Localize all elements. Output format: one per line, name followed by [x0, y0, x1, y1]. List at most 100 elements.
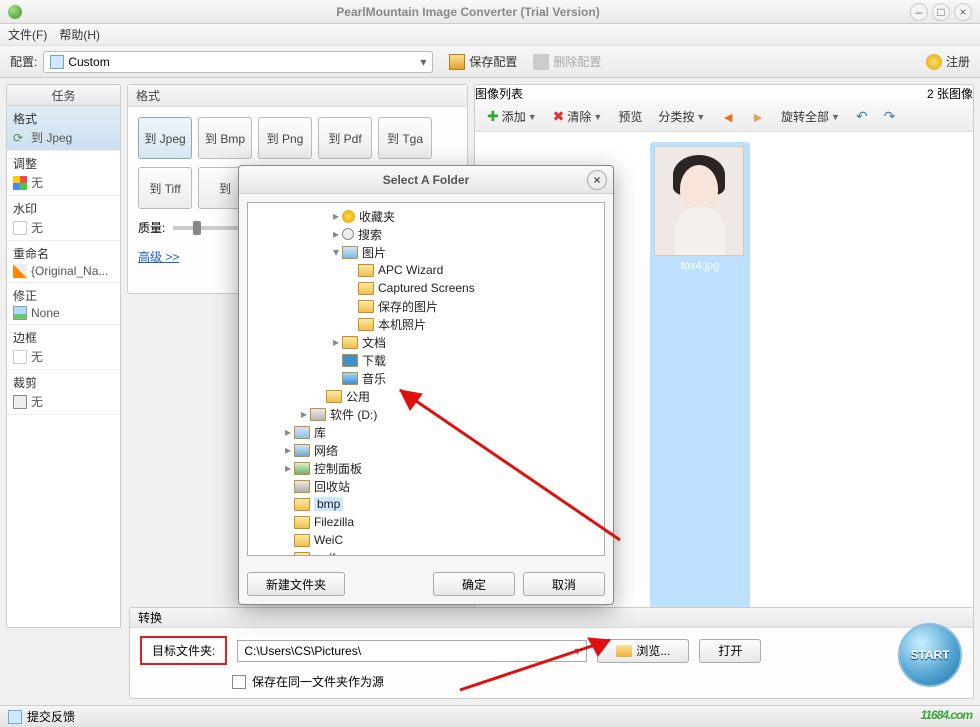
- tree-node[interactable]: 下载: [250, 351, 602, 369]
- redo-icon: ↷: [884, 108, 896, 125]
- tree-node[interactable]: ▸控制面板: [250, 459, 602, 477]
- dialog-close-button[interactable]: ×: [587, 170, 607, 190]
- convert-header: 转换: [130, 608, 973, 628]
- tree-node[interactable]: ▸收藏夹: [250, 207, 602, 225]
- feedback-link[interactable]: 提交反馈: [27, 708, 75, 725]
- rotate-button[interactable]: 旋转全部▼: [775, 106, 846, 127]
- format-header: 格式: [128, 85, 467, 107]
- new-folder-button[interactable]: 新建文件夹: [247, 572, 345, 596]
- window-title: PearlMountain Image Converter (Trial Ver…: [30, 5, 906, 19]
- tree-node[interactable]: 本机照片: [250, 315, 602, 333]
- folder-icon: [342, 372, 358, 385]
- sidebar-item[interactable]: 修正None: [7, 283, 120, 325]
- close-button[interactable]: ×: [954, 3, 972, 21]
- tree-node[interactable]: wolf: [250, 549, 602, 556]
- undo-icon: ↶: [856, 108, 868, 125]
- format-button[interactable]: 到 Tga: [378, 117, 432, 159]
- browse-button[interactable]: 浏览...: [597, 639, 689, 663]
- folder-icon: [358, 318, 374, 331]
- status-bar: 提交反馈: [0, 705, 980, 727]
- save-config-button[interactable]: 保存配置: [449, 53, 517, 70]
- tree-node[interactable]: ▸库: [250, 423, 602, 441]
- folder-icon: [342, 228, 354, 240]
- titlebar: PearlMountain Image Converter (Trial Ver…: [0, 0, 980, 24]
- format-button[interactable]: 到 Jpeg: [138, 117, 192, 159]
- preview-button[interactable]: 预览: [612, 106, 648, 127]
- sidebar-item[interactable]: 水印无: [7, 196, 120, 241]
- open-button[interactable]: 打开: [699, 639, 761, 663]
- folder-icon: [294, 516, 310, 529]
- format-button[interactable]: 到 Pdf: [318, 117, 372, 159]
- cancel-button[interactable]: 取消: [523, 572, 605, 596]
- tree-node[interactable]: APC Wizard: [250, 261, 602, 279]
- tree-node[interactable]: 保存的图片: [250, 297, 602, 315]
- sidebar-item[interactable]: 格式⟳到 Jpeg: [7, 106, 120, 151]
- folder-icon: [358, 264, 374, 277]
- next-button[interactable]: ►: [745, 107, 771, 127]
- sidebar-item[interactable]: 裁剪无: [7, 370, 120, 415]
- blank-icon: [13, 350, 27, 364]
- tree-node[interactable]: Filezilla: [250, 513, 602, 531]
- target-folder-label: 目标文件夹:: [140, 636, 227, 665]
- start-button[interactable]: START: [898, 623, 962, 687]
- image-list-header: 图像列表 2 张图像: [475, 85, 973, 102]
- folder-icon: [342, 210, 355, 223]
- config-toolbar: 配置: Custom ▾ 保存配置 删除配置 注册: [0, 46, 980, 78]
- register-button[interactable]: 注册: [926, 53, 970, 70]
- format-button[interactable]: 到 Png: [258, 117, 312, 159]
- save-same-checkbox[interactable]: [232, 675, 246, 689]
- format-button[interactable]: 到 Bmp: [198, 117, 252, 159]
- tree-node[interactable]: ▸搜索: [250, 225, 602, 243]
- key-icon: [926, 54, 942, 70]
- tree-node[interactable]: 音乐: [250, 369, 602, 387]
- prev-button[interactable]: ◄: [715, 107, 741, 127]
- dialog-title: Select A Folder ×: [239, 166, 613, 194]
- arrow-right-icon: ►: [751, 109, 765, 125]
- config-combo[interactable]: Custom ▾: [43, 51, 433, 73]
- tree-node[interactable]: ▾图片: [250, 243, 602, 261]
- menubar: 文件(F) 帮助(H): [0, 24, 980, 46]
- folder-icon: [326, 390, 342, 403]
- minimize-button[interactable]: –: [910, 3, 928, 21]
- undo-button[interactable]: ↶: [850, 106, 874, 127]
- thumbnail-item[interactable]: fox4.jpg: [650, 142, 750, 617]
- menu-help[interactable]: 帮助(H): [59, 26, 100, 43]
- sort-button[interactable]: 分类按▼: [652, 106, 711, 127]
- tree-node[interactable]: 公用: [250, 387, 602, 405]
- delete-config-button[interactable]: 删除配置: [533, 53, 601, 70]
- sidebar-item[interactable]: 调整无: [7, 151, 120, 196]
- sidebar-item[interactable]: 边框无: [7, 325, 120, 370]
- tree-node[interactable]: ▸文档: [250, 333, 602, 351]
- advanced-link[interactable]: 高级 >>: [138, 248, 179, 265]
- folder-icon: [294, 480, 310, 493]
- task-sidebar: 任务 格式⟳到 Jpeg调整无水印无重命名{Original_Na...修正No…: [6, 84, 121, 628]
- folder-icon: [616, 645, 632, 657]
- redo-button[interactable]: ↷: [878, 106, 902, 127]
- tree-node[interactable]: Captured Screens: [250, 279, 602, 297]
- ok-button[interactable]: 确定: [433, 572, 515, 596]
- format-button[interactable]: 到 Tiff: [138, 167, 192, 209]
- sidebar-item[interactable]: 重命名{Original_Na...: [7, 241, 120, 283]
- folder-icon: [294, 462, 310, 475]
- folder-tree[interactable]: ▸收藏夹▸搜索▾图片APC WizardCaptured Screens保存的图…: [247, 202, 605, 556]
- convert-panel: 转换 目标文件夹: C:\Users\CS\Pictures\ ▾ 浏览... …: [129, 607, 974, 699]
- target-path-input[interactable]: C:\Users\CS\Pictures\ ▾: [237, 640, 587, 662]
- plus-icon: ✚: [487, 108, 499, 125]
- thumbnail-caption: fox4.jpg: [654, 260, 746, 272]
- x-icon: ✖: [553, 108, 565, 125]
- image-list-toolbar: ✚添加▼ ✖清除▼ 预览 分类按▼ ◄ ► 旋转全部▼ ↶ ↷: [475, 102, 973, 132]
- config-label: 配置:: [10, 53, 37, 70]
- pen-icon: [13, 264, 27, 278]
- add-button[interactable]: ✚添加▼: [481, 106, 543, 127]
- menu-file[interactable]: 文件(F): [8, 26, 47, 43]
- folder-icon: [358, 282, 374, 295]
- tree-node[interactable]: ▸软件 (D:): [250, 405, 602, 423]
- chevron-down-icon: ▾: [574, 644, 580, 658]
- tree-node[interactable]: 回收站: [250, 477, 602, 495]
- maximize-button[interactable]: □: [932, 3, 950, 21]
- tree-node[interactable]: ▸网络: [250, 441, 602, 459]
- clear-button[interactable]: ✖清除▼: [547, 106, 609, 127]
- tree-node[interactable]: bmp: [250, 495, 602, 513]
- tree-node[interactable]: WeiC: [250, 531, 602, 549]
- folder-icon: [358, 300, 374, 313]
